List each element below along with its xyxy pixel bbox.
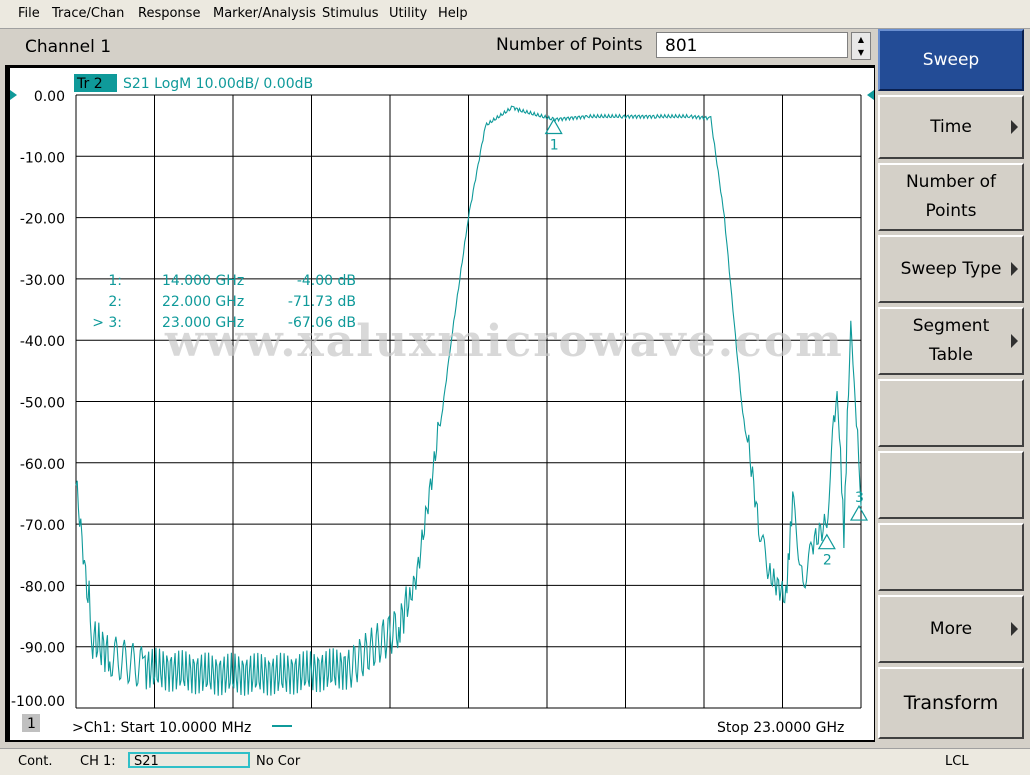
y-tick-label: -20.00	[20, 212, 65, 228]
chevron-right-icon	[1011, 334, 1018, 348]
softkey-label: Sweep Type	[900, 258, 1002, 279]
marker-frequency: 22.000 GHz	[162, 294, 244, 310]
lcl-status: LCL	[945, 754, 969, 769]
softkey-number-of-points[interactable]: Number of Points	[878, 163, 1024, 231]
softkey-more[interactable]: More	[878, 595, 1024, 663]
correction-status: No Cor	[256, 754, 301, 769]
softkey-transform[interactable]: Transform	[878, 667, 1024, 739]
spin-up-icon[interactable]: ▲	[852, 33, 870, 46]
watermark: www.xaluxmicrowave.com	[164, 316, 844, 367]
marker-value: -4.00 dB	[297, 273, 356, 289]
sweep-mode: Cont.	[18, 754, 53, 769]
marker-frequency: 23.000 GHz	[162, 315, 244, 331]
y-tick-label: -40.00	[20, 334, 65, 350]
softkey-label: Segment Table	[912, 316, 990, 365]
y-tick-label: 0.00	[34, 89, 65, 105]
softkey-label: Sweep	[922, 49, 980, 70]
marker-1-label: 1	[550, 138, 559, 154]
softkey-label: Transform	[903, 691, 999, 714]
channel-bar: Channel 1 Number of Points 801 ▲ ▼	[0, 29, 876, 65]
trace-label: S21 LogM 10.00dB/ 0.00dB	[123, 76, 313, 92]
number-of-points-spinner[interactable]: ▲ ▼	[851, 32, 871, 60]
menu-help[interactable]: Help	[438, 6, 468, 21]
marker-id: 2:	[108, 294, 122, 310]
status-bar: Cont. CH 1: S21 No Cor LCL	[0, 748, 1030, 775]
channel-status: CH 1:	[80, 754, 116, 769]
marker-value: -71.73 dB	[288, 294, 356, 310]
trace-tag[interactable]: Tr 2	[76, 76, 103, 92]
menu-trace-chan[interactable]: Trace/Chan	[52, 6, 124, 21]
menu-bar: File Trace/Chan Response Marker/Analysis Sti…	[0, 0, 1030, 29]
number-of-points-input[interactable]: 801	[656, 32, 848, 58]
softkey-segment-table[interactable]: Segment Table	[878, 307, 1024, 375]
softkey-label: Number of Points	[905, 172, 997, 221]
marker-value: -67.06 dB	[288, 315, 356, 331]
marker-frequency: 14.000 GHz	[162, 273, 244, 289]
channel-number: 1	[27, 716, 36, 732]
marker-2-label: 2	[823, 553, 832, 569]
softkey-sweep-type[interactable]: Sweep Type	[878, 235, 1024, 303]
number-of-points-label: Number of Points	[496, 35, 643, 55]
chevron-right-icon	[1011, 622, 1018, 636]
softkey-time[interactable]: Time	[878, 95, 1024, 159]
chart-svg: 0.00 -10.00 -20.00 -30.00 -40.00 -50.00 -60.00…	[10, 68, 874, 740]
softkey-sweep[interactable]: Sweep	[878, 29, 1024, 91]
menu-utility[interactable]: Utility	[389, 6, 427, 21]
y-tick-label: -100.00	[11, 694, 65, 710]
y-tick-label: -30.00	[20, 273, 65, 289]
measurement-plot[interactable]: 0.00 -10.00 -20.00 -30.00 -40.00 -50.00 -60.00…	[10, 68, 874, 740]
y-tick-label: -80.00	[20, 579, 65, 595]
softkey-panel: Sweep Time Number of Points Sweep Type Segme…	[878, 29, 1026, 743]
spin-down-icon[interactable]: ▼	[852, 46, 870, 59]
softkey-blank-6[interactable]	[878, 451, 1024, 519]
softkey-label: Time	[930, 116, 972, 137]
chevron-right-icon	[1011, 262, 1018, 276]
softkey-blank-7[interactable]	[878, 523, 1024, 591]
y-tick-label: -60.00	[20, 457, 65, 473]
param-status: S21	[134, 754, 159, 769]
marker-id: > 3:	[92, 315, 122, 331]
softkey-label: More	[929, 618, 973, 639]
marker-id: 1:	[108, 273, 122, 289]
menu-response[interactable]: Response	[138, 6, 200, 21]
marker-3-label: 3	[855, 490, 864, 506]
menu-marker-analysis[interactable]: Marker/Analysis	[213, 6, 316, 21]
y-tick-label: -10.00	[20, 150, 65, 166]
y-tick-label: -50.00	[20, 396, 65, 412]
start-frequency[interactable]: >Ch1: Start 10.0000 MHz	[72, 720, 251, 736]
y-tick-label: -90.00	[20, 641, 65, 657]
chevron-right-icon	[1011, 120, 1018, 134]
y-tick-label: -70.00	[20, 518, 65, 534]
channel-title: Channel 1	[25, 37, 112, 57]
menu-file[interactable]: File	[18, 6, 40, 21]
menu-stimulus[interactable]: Stimulus	[322, 6, 379, 21]
softkey-blank-5[interactable]	[878, 379, 1024, 447]
stop-frequency[interactable]: Stop 23.0000 GHz	[717, 720, 844, 736]
